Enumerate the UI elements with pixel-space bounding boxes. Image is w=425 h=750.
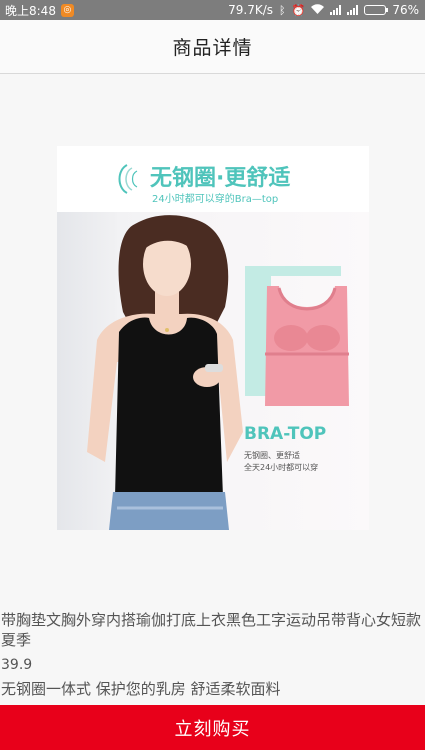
status-bar: 晚上8:48 ◎ 79.7K/s ᛒ ⏰ 76% xyxy=(0,0,425,20)
signal-icon xyxy=(330,5,342,15)
brand-swirl-icon xyxy=(118,164,138,194)
callout-line-1: 无钢圈、更舒适 xyxy=(244,451,300,460)
bluetooth-icon: ᛒ xyxy=(279,3,286,17)
banner-slogan: 无钢圈·更舒适 xyxy=(150,166,291,191)
product-price: 39.9 xyxy=(1,657,33,673)
model-photo xyxy=(87,215,243,530)
product-banner: 无钢圈·更舒适 24小时都可以穿的Bra—top xyxy=(57,146,369,212)
network-speed: 79.7K/s xyxy=(228,3,274,17)
callout-line-2: 全天24小时都可以穿 xyxy=(244,463,319,472)
buy-now-button[interactable]: 立刻购买 xyxy=(0,705,425,750)
page-title: 商品详情 xyxy=(172,37,253,59)
page-header: 商品详情 xyxy=(0,20,425,74)
wifi-icon xyxy=(311,3,325,17)
status-right: 79.7K/s ᛒ ⏰ 76% xyxy=(228,3,419,17)
product-description: 无钢圈一体式 保护您的乳房 舒适柔软面料 xyxy=(1,680,281,698)
product-image[interactable]: 无钢圈·更舒适 24小时都可以穿的Bra—top BRA-TOP 无钢圈、更舒适… xyxy=(57,146,369,530)
product-info: 带胸垫文胸外穿内搭瑜伽打底上衣黑色工字运动吊带背心女短款夏季 39.9 无钢圈一… xyxy=(0,610,425,699)
pink-tank-photo xyxy=(265,286,349,406)
callout-title: BRA-TOP xyxy=(244,424,327,444)
signal-icon-2 xyxy=(347,5,359,15)
status-left: 晚上8:48 ◎ xyxy=(5,2,74,19)
battery-percent: 76% xyxy=(392,3,419,17)
notification-app-icon: ◎ xyxy=(60,3,74,17)
product-title: 带胸垫文胸外穿内搭瑜伽打底上衣黑色工字运动吊带背心女短款夏季 xyxy=(1,611,422,649)
banner-subtitle: 24小时都可以穿的Bra—top xyxy=(152,194,279,205)
status-time: 晚上8:48 xyxy=(5,3,56,18)
alarm-icon: ⏰ xyxy=(291,3,306,17)
battery-icon xyxy=(364,5,389,15)
